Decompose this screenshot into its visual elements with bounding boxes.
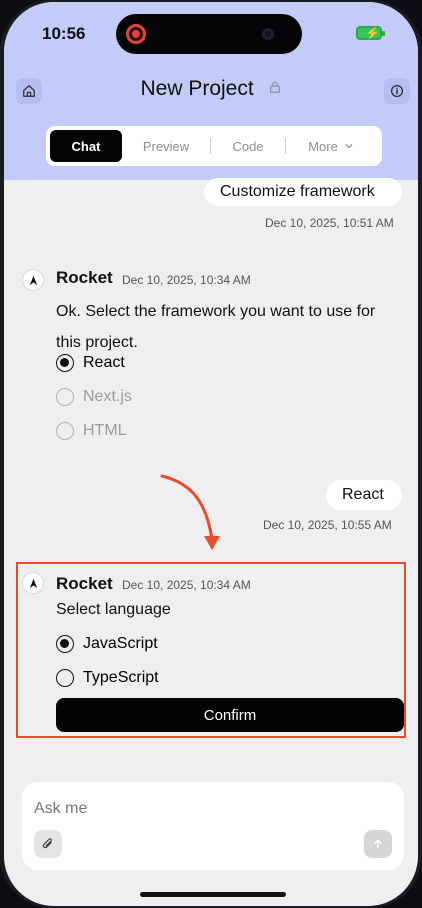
info-button[interactable]	[384, 78, 410, 104]
bot-timestamp: Dec 10, 2025, 10:34 AM	[122, 273, 251, 287]
message-composer[interactable]: Ask me	[22, 782, 404, 870]
arrow-up-icon	[374, 839, 382, 849]
lock-icon	[268, 76, 282, 100]
user-message-bubble: React	[326, 480, 402, 510]
rocket-icon	[29, 578, 37, 588]
chevron-down-icon	[345, 144, 353, 149]
bot-message-text: Select language	[56, 601, 171, 618]
tab-code[interactable]: Code	[211, 130, 285, 162]
tab-chat[interactable]: Chat	[50, 130, 122, 162]
composer-input[interactable]: Ask me	[34, 800, 87, 818]
header: 10:56 ⚡ New Project Chat Preview Code Mo…	[4, 2, 418, 180]
bot-sender: Rocket	[56, 574, 113, 593]
rocket-avatar	[22, 269, 44, 291]
message-timestamp: Dec 10, 2025, 10:55 AM	[263, 518, 392, 532]
paperclip-icon	[42, 838, 52, 849]
send-button[interactable]	[364, 830, 392, 858]
page-title: New Project	[4, 76, 418, 101]
framework-option-html: HTML	[56, 422, 127, 440]
tab-more[interactable]: More	[286, 130, 376, 162]
radio-unselected	[56, 388, 74, 406]
option-label: HTML	[83, 422, 127, 439]
rocket-avatar	[22, 572, 44, 594]
home-indicator	[140, 892, 286, 897]
recording-icon	[126, 24, 146, 44]
project-title: New Project	[140, 77, 254, 100]
radio-selected	[56, 354, 74, 372]
message-timestamp: Dec 10, 2025, 10:51 AM	[265, 216, 394, 230]
battery-icon: ⚡	[356, 26, 385, 40]
framework-option-react[interactable]: React	[56, 354, 125, 372]
option-label: TypeScript	[83, 669, 159, 686]
rocket-icon	[29, 275, 37, 285]
radio-selected	[56, 635, 74, 653]
language-option-javascript[interactable]: JavaScript	[56, 635, 158, 653]
radio-unselected	[56, 422, 74, 440]
option-label: JavaScript	[83, 635, 158, 652]
annotation-arrow	[160, 474, 220, 550]
bot-timestamp: Dec 10, 2025, 10:34 AM	[122, 578, 251, 592]
language-option-typescript[interactable]: TypeScript	[56, 669, 159, 687]
user-message-bubble: Customize framework	[204, 178, 402, 206]
attach-button[interactable]	[34, 830, 62, 858]
option-label: Next.js	[83, 388, 132, 405]
framework-option-nextjs: Next.js	[56, 388, 132, 406]
option-label: React	[83, 354, 125, 371]
camera-icon	[262, 28, 274, 40]
status-time: 10:56	[42, 24, 86, 43]
chat-thread: Customize framework Dec 10, 2025, 10:51 …	[4, 178, 418, 780]
tab-bar: Chat Preview Code More	[46, 126, 382, 166]
screen: 10:56 ⚡ New Project Chat Preview Code Mo…	[4, 2, 418, 906]
bot-message-text: Ok. Select the framework you want to use…	[56, 303, 376, 351]
dynamic-island	[116, 14, 302, 54]
charging-icon: ⚡	[365, 26, 380, 40]
info-icon	[390, 84, 404, 98]
radio-unselected	[56, 669, 74, 687]
tab-preview[interactable]: Preview	[122, 130, 210, 162]
tab-more-label: More	[308, 138, 338, 154]
phone-frame: 10:56 ⚡ New Project Chat Preview Code Mo…	[0, 0, 422, 908]
confirm-button[interactable]: Confirm	[56, 698, 404, 732]
bot-sender: Rocket	[56, 268, 113, 287]
